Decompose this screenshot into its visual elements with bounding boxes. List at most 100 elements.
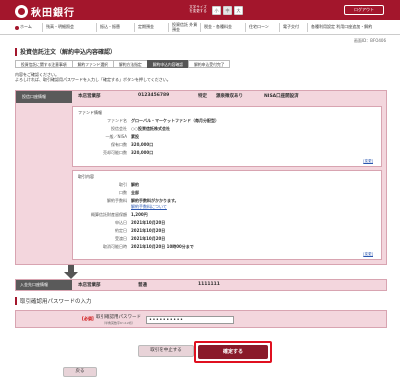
row-value: 320,000口: [131, 150, 154, 155]
bank-logo[interactable]: 秋田銀行: [15, 4, 75, 19]
nav-time-deposit[interactable]: 定期預金: [138, 22, 154, 33]
textsize-label: 文字サイズを変更する: [189, 5, 207, 13]
header: 秋田銀行 文字サイズを変更する 小 中 大 ログアウト: [0, 0, 400, 20]
dest-branch: 本店営業部: [78, 283, 101, 288]
row-key: 売却可能口数: [103, 150, 127, 155]
nav-e-delivery[interactable]: 電子交付: [283, 22, 299, 33]
step-5: 解約申込受付完了: [188, 60, 231, 68]
order-detail-panel: 投信口座情報 本店営業部 0123456789 特定 源泉徴収あり NISA口座…: [15, 90, 387, 265]
text-size-medium-button[interactable]: 中: [223, 6, 232, 15]
fund-row: 保有口数 320,000口: [73, 142, 383, 148]
nav-divider: [134, 23, 135, 32]
screen-id: 画面ID：BFO406: [353, 38, 386, 43]
global-nav: ホーム 残高・明細照会 振込・振替 定期預金 投資信託 外貨預金 税金・各種料金…: [0, 20, 400, 35]
required-badge: [必須]: [82, 316, 94, 321]
back-button[interactable]: 戻る: [63, 367, 97, 377]
row-value: 解約: [131, 182, 139, 187]
row-value: 1,200円: [131, 212, 148, 217]
row-key: 取消可能日時: [103, 244, 127, 249]
row-value: 全部: [131, 190, 139, 195]
nav-label: 振込・振替: [100, 24, 120, 30]
source-account-info: 本店営業部 0123456789 特定 源泉徴収あり NISA口座開設済: [78, 93, 378, 101]
dest-number: 1111111: [198, 282, 220, 287]
nav-label: 電子交付: [283, 24, 299, 30]
password-label: 取引確認用パスワード: [96, 315, 141, 320]
source-branch: 本店営業部: [78, 94, 101, 99]
nav-housing-loan[interactable]: 住宅ローン: [249, 22, 269, 33]
row-key: 取引: [119, 182, 127, 187]
title-accent: [15, 297, 17, 305]
nav-settings[interactable]: 各種利用設定 利用口座追加・解約: [311, 22, 383, 33]
step-4-current: 解約申込内容確認: [146, 60, 190, 68]
trade-row: 受渡日 2021年10月20日: [73, 236, 383, 242]
row-value: 2021年10月20日: [131, 236, 166, 241]
trade-row: 約定日 2021年10月20日: [73, 228, 383, 234]
nav-transfer[interactable]: 振込・振替: [100, 22, 120, 33]
nav-label: 定期預金: [138, 24, 154, 30]
nav-label: 各種利用設定 利用口座追加・解約: [311, 24, 373, 30]
confirm-button[interactable]: 確定する: [198, 345, 268, 359]
source-tax: 源泉徴収あり: [216, 94, 243, 99]
row-value: 解約手数料がかかります。: [131, 198, 179, 203]
row-key: ファンド名: [107, 118, 127, 123]
trade-row: 概算信託財産留保額 1,200円: [73, 212, 383, 218]
dest-type: 普通: [138, 283, 147, 288]
page-title-text: 投資信託注文（解約申込内容確認）: [20, 49, 117, 56]
source-number: 0123456789: [138, 93, 170, 98]
down-arrow-head-icon: [64, 272, 78, 279]
row-value: グローバル・マーケットファンド（毎月分配型）: [131, 118, 219, 123]
nav-divider: [42, 23, 43, 32]
logout-button[interactable]: ログアウト: [344, 5, 384, 15]
nav-label: 投資信託 外貨預金: [172, 22, 198, 32]
nav-label: 残高・明細照会: [46, 24, 74, 30]
fund-change-link[interactable]: [変更]: [363, 159, 373, 164]
progress-steps: 投資信託に関する注意事項 解約ファンド選択 解約方法指定 解約申込内容確認 解約…: [15, 60, 231, 68]
fund-row: ファンド名 グローバル・マーケットファンド（毎月分配型）: [73, 118, 383, 124]
trade-row: 解約手数料について: [73, 204, 383, 210]
source-type: 特定: [198, 94, 207, 99]
step-2: 解約ファンド選択: [71, 60, 114, 68]
fund-row: 一般／NISA 累投: [73, 134, 383, 140]
nav-balance[interactable]: 残高・明細照会: [46, 22, 74, 33]
trade-row: 口数 全部: [73, 190, 383, 196]
nav-taxes[interactable]: 税金・各種料金: [204, 22, 232, 33]
nav-home[interactable]: ホーム: [15, 22, 32, 33]
row-value: 累投: [131, 134, 139, 139]
trade-section-title: 取引内容: [78, 174, 94, 179]
nav-divider: [279, 23, 280, 32]
fund-row: 投信会社 ○○投資信託株式会社: [73, 126, 383, 132]
source-nisa: NISA口座開設済: [264, 94, 299, 99]
row-value: 2021年10月20日: [131, 228, 166, 233]
nav-divider: [307, 23, 308, 32]
row-key: 約定日: [115, 228, 127, 233]
instructions: 内容をご確認ください。 よろしければ、取引確認用パスワードを入力し「確定する」ボ…: [15, 72, 171, 82]
trade-row: 申込日 2021年10月20日: [73, 220, 383, 226]
bank-logo-icon: [15, 5, 28, 18]
password-input[interactable]: ••••••••••: [146, 316, 234, 324]
text-size-small-button[interactable]: 小: [212, 6, 221, 15]
row-key: 解約手数料: [107, 198, 127, 203]
nav-divider: [245, 23, 246, 32]
text-size-large-button[interactable]: 大: [234, 6, 243, 15]
row-value: 2021年10月20日: [131, 220, 166, 225]
fee-info-link[interactable]: 解約手数料について: [131, 204, 167, 209]
trade-change-link[interactable]: [変更]: [363, 252, 373, 257]
row-key: 保有口数: [111, 142, 127, 147]
nav-divider: [168, 23, 169, 32]
bank-name: 秋田銀行: [31, 8, 75, 19]
trade-row: 取消可能日時 2021年10月20日 10時00分まで: [73, 244, 383, 250]
source-account-label: 投信口座情報: [16, 91, 72, 103]
nav-divider: [96, 23, 97, 32]
page-title: 投資信託注文（解約申込内容確認）: [15, 47, 116, 56]
instruction-line: よろしければ、取引確認用パスワードを入力し「確定する」ボタンを押してください。: [15, 77, 171, 82]
row-key: 投信会社: [111, 126, 127, 131]
row-value: ○○投資信託株式会社: [131, 126, 170, 131]
row-key: 概算信託財産留保額: [91, 212, 127, 217]
nav-investment[interactable]: 投資信託 外貨預金: [172, 22, 198, 33]
cancel-transaction-button[interactable]: 取引を中止する: [138, 345, 194, 357]
step-1: 投資信託に関する注意事項: [15, 60, 73, 68]
row-value: 320,000口: [131, 142, 154, 147]
trade-info-box: 取引内容 取引 解約 口数 全部 解約手数料 解約手数料がかかります。 解約手数…: [72, 170, 382, 260]
title-accent: [15, 47, 17, 56]
row-key: 一般／NISA: [105, 134, 127, 139]
